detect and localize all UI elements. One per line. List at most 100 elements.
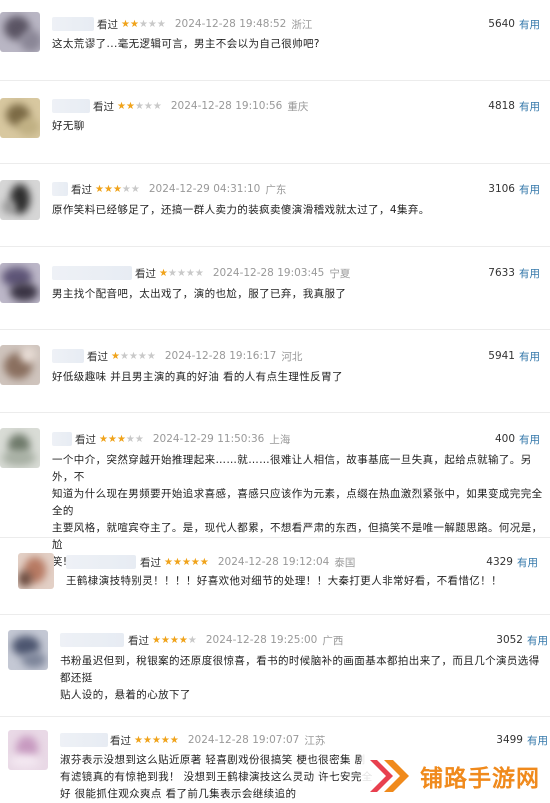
vote-count: 3052	[496, 634, 523, 646]
comment-line: 贴人设的，悬着的心放下了	[60, 689, 191, 701]
comment-line: 好无聊	[52, 120, 85, 132]
avatar[interactable]	[8, 630, 48, 670]
useful-button[interactable]: 有用	[517, 555, 538, 570]
useful-button[interactable]: 有用	[527, 733, 548, 748]
username[interactable]	[52, 432, 72, 446]
username[interactable]	[52, 349, 84, 363]
useful-button[interactable]: 有用	[519, 432, 540, 447]
star-filled-icon: ★	[129, 18, 139, 30]
rating-stars: ★★★★★	[152, 635, 197, 646]
divider	[0, 412, 550, 413]
star-empty-icon: ★	[152, 100, 162, 112]
watermark-text: 铺路手游网	[420, 765, 540, 792]
star-empty-icon: ★	[167, 267, 177, 279]
comment-time: 2024-12-28 19:10:56	[170, 100, 283, 112]
star-empty-icon: ★	[187, 634, 197, 646]
useful-button[interactable]: 有用	[519, 182, 540, 197]
avatar[interactable]	[0, 263, 40, 303]
username[interactable]	[52, 17, 94, 31]
star-filled-icon: ★	[116, 433, 126, 445]
star-empty-icon: ★	[125, 433, 135, 445]
avatar[interactable]	[0, 180, 40, 220]
star-empty-icon: ★	[138, 18, 148, 30]
star-empty-icon: ★	[128, 350, 138, 362]
site-watermark: 铺路手游网	[362, 750, 550, 801]
star-filled-icon: ★	[199, 556, 209, 568]
comment-line: 知道为什么现在男频要开始追求喜感，喜感只应该作为元素，点缀在热血激烈紧张中，如果…	[52, 488, 543, 517]
comment-text: 淑芬表示没想到这么贴近原著 轻喜剧戏份很搞笑 梗也很密集 剧 有滤镜真的有惊艳到…	[60, 752, 373, 803]
comment-meta: 看过 ★★★★★ 2024-12-28 19:07:07 江苏	[110, 733, 325, 747]
vote-count: 4329	[486, 556, 513, 568]
watched-label: 看过	[140, 556, 161, 569]
watched-label: 看过	[97, 18, 118, 31]
useful-button[interactable]: 有用	[527, 633, 548, 648]
useful-button[interactable]: 有用	[519, 266, 540, 281]
comment-line: 一个中介，突然穿越开始推理起来……就……很难让人相信，故事基底一旦失真，起给点就…	[52, 454, 532, 483]
comment-text: 好无聊	[52, 118, 85, 135]
rating-stars: ★★★★★	[111, 351, 156, 362]
comment-text: 男主找个配音吧，太出戏了，演的也尬，服了已弃，我真服了	[52, 286, 346, 303]
comment-location: 江苏	[304, 734, 326, 747]
watched-label: 看过	[87, 350, 108, 363]
useful-button[interactable]: 有用	[519, 349, 540, 364]
comment-line: 好低级趣味 并且男主演的真的好油 看的人有点生理性反胃了	[52, 371, 343, 383]
star-empty-icon: ★	[134, 100, 144, 112]
star-filled-icon: ★	[151, 734, 161, 746]
useful-button[interactable]: 有用	[519, 99, 540, 114]
star-filled-icon: ★	[164, 556, 173, 568]
username[interactable]	[60, 733, 108, 747]
rating-stars: ★★★★★	[121, 19, 166, 30]
vote-area: 7633 有用	[488, 266, 540, 280]
comment-text: 好低级趣味 并且男主演的真的好油 看的人有点生理性反胃了	[52, 369, 343, 386]
star-empty-icon: ★	[134, 433, 144, 445]
username[interactable]	[52, 99, 90, 113]
avatar[interactable]	[8, 730, 48, 770]
star-filled-icon: ★	[121, 18, 130, 30]
username[interactable]	[52, 266, 132, 280]
avatar[interactable]	[18, 553, 54, 589]
rating-stars: ★★★★★	[159, 268, 204, 279]
star-filled-icon: ★	[134, 734, 143, 746]
star-empty-icon: ★	[147, 18, 157, 30]
comment-time: 2024-12-29 11:50:36	[152, 433, 265, 445]
watched-label: 看过	[110, 734, 131, 747]
divider	[0, 80, 550, 81]
avatar[interactable]	[0, 98, 40, 138]
comment-time: 2024-12-28 19:16:17	[164, 350, 277, 362]
rating-stars: ★★★★★	[117, 101, 162, 112]
comment-time: 2024-12-28 19:03:45	[212, 267, 325, 279]
vote-count: 3106	[488, 183, 515, 195]
comment-location: 广西	[322, 634, 344, 647]
vote-count: 5640	[488, 18, 515, 30]
comment-meta: 看过 ★★★★★ 2024-12-28 19:10:56 重庆	[93, 99, 308, 113]
star-filled-icon: ★	[160, 634, 170, 646]
avatar[interactable]	[0, 345, 40, 385]
rating-stars: ★★★★★	[134, 735, 179, 746]
comment-line: 男主找个配音吧，太出戏了，演的也尬，服了已弃，我真服了	[52, 288, 347, 300]
avatar[interactable]	[0, 12, 40, 52]
comment-time: 2024-12-29 04:31:10	[148, 183, 261, 195]
watched-label: 看过	[93, 100, 114, 113]
star-filled-icon: ★	[160, 734, 170, 746]
star-filled-icon: ★	[112, 183, 122, 195]
comment-text: 王鹤棣演技特别灵！！！！好喜欢他对细节的处理！！大秦打更人非常好看，不看惜亿！！	[66, 573, 502, 590]
comment-line: 王鹤棣演技特别灵！！！！好喜欢他对细节的处理！！大秦打更人非常好看，不看惜亿！！	[66, 575, 502, 587]
username[interactable]	[52, 182, 68, 196]
star-filled-icon: ★	[152, 634, 161, 646]
comment-line: 好 很能抓住观众爽点 看了前几集表示会继续追的	[60, 788, 297, 800]
star-filled-icon: ★	[103, 183, 113, 195]
useful-button[interactable]: 有用	[519, 17, 540, 32]
username[interactable]	[60, 633, 124, 647]
star-filled-icon: ★	[111, 350, 120, 362]
rating-stars: ★★★★★	[164, 557, 209, 568]
avatar[interactable]	[0, 428, 40, 468]
star-filled-icon: ★	[125, 100, 135, 112]
comment-meta: 看过 ★★★★★ 2024-12-28 19:03:45 宁夏	[135, 266, 350, 280]
star-empty-icon: ★	[121, 183, 131, 195]
comment-location: 重庆	[287, 100, 309, 113]
watched-label: 看过	[135, 267, 156, 280]
username[interactable]	[66, 555, 136, 569]
vote-area: 4329 有用	[486, 555, 538, 569]
star-filled-icon: ★	[95, 183, 104, 195]
watched-label: 看过	[128, 634, 149, 647]
